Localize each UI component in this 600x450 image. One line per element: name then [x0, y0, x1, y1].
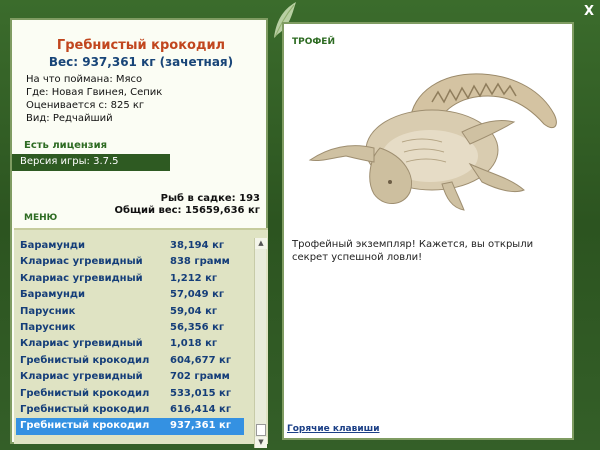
list-item[interactable]: Гребнистый крокодил 533,015 кг [16, 386, 244, 402]
fish-name: Гребнистый крокодил [20, 403, 150, 415]
fish-name: Гребнистый крокодил [20, 420, 150, 432]
trophy-message: Трофейный экземпляр! Кажется, вы открыли… [292, 239, 534, 263]
list-item[interactable]: Парусник 56,356 кг [16, 320, 244, 336]
fish-name: Парусник [20, 305, 76, 317]
fish-weight: 59,04 кг [170, 305, 218, 317]
fish-weight: 838 грамм [170, 256, 230, 268]
fish-weight: 1,018 кг [170, 338, 218, 350]
menu-button[interactable]: МЕНЮ [24, 213, 57, 223]
fish-weight: 533,015 кг [170, 387, 232, 399]
list-item[interactable]: Парусник 59,04 кг [16, 304, 244, 320]
trophy-panel: ТРОФЕЙ Трофейный экземпляр! Кажется, вы … [282, 22, 574, 440]
close-button[interactable]: X [584, 4, 594, 19]
list-item-selected[interactable]: Гребнистый крокодил 937,361 кг [16, 418, 244, 435]
list-scrollbar[interactable]: ▲ ▼ [254, 238, 267, 448]
fish-name: Клариас угревидный [20, 256, 143, 268]
license-status: Есть лицензия [24, 140, 108, 151]
fish-name: Барамунди [20, 289, 85, 301]
hotkeys-link[interactable]: Горячие клавиши [287, 424, 380, 434]
list-item[interactable]: Клариас угревидный 1,212 кг [16, 271, 244, 287]
fish-name: Барамунди [20, 240, 85, 251]
catch-title: Гребнистый крокодил [56, 38, 226, 53]
fish-name: Гребнистый крокодил [20, 387, 150, 399]
scroll-thumb[interactable] [256, 424, 266, 436]
list-item[interactable]: Гребнистый крокодил 616,414 кг [16, 402, 244, 418]
list-item[interactable]: Гребнистый крокодил 604,677 кг [16, 353, 244, 369]
fish-name: Клариас угревидный [20, 272, 143, 284]
catch-weight: Вес: 937,361 кг (зачетная) [48, 55, 234, 69]
fish-weight: 604,677 кг [170, 354, 232, 366]
fish-weight: 56,356 кг [170, 321, 225, 333]
fish-list: Барамунди 38,194 кг Клариас угревидный 8… [16, 238, 244, 435]
scroll-up-icon[interactable]: ▲ [255, 238, 267, 249]
fish-weight: 57,049 кг [170, 289, 225, 301]
list-item[interactable]: Клариас угревидный 1,018 кг [16, 336, 244, 352]
list-item[interactable]: Клариас угревидный 838 грамм [16, 254, 244, 270]
fish-weight: 616,414 кг [170, 403, 232, 415]
list-item[interactable]: Клариас угревидный 702 грамм [16, 369, 244, 385]
total-weight: Общий вес: 15659,636 кг [114, 205, 260, 216]
catch-info-panel: Гребнистый крокодил Вес: 937,361 кг (зач… [10, 18, 268, 448]
fish-weight: 38,194 кг [170, 240, 225, 251]
catch-rarity: Вид: Редчайший [26, 113, 113, 124]
list-item[interactable]: Барамунди 57,049 кг [16, 287, 244, 303]
fish-weight: 937,361 кг [170, 420, 232, 432]
fish-name: Клариас угревидный [20, 371, 143, 383]
fish-name: Парусник [20, 321, 76, 333]
fish-count: Рыб в садке: 193 [160, 193, 260, 204]
fish-name: Гребнистый крокодил [20, 354, 150, 366]
fish-list-area: Барамунди 38,194 кг Клариас угревидный 8… [14, 228, 268, 448]
catch-place: Где: Новая Гвинея, Сепик [26, 87, 163, 98]
version-bar: Версия игры: 3.7.5 [12, 154, 170, 171]
fish-name: Клариас угревидный [20, 338, 143, 350]
fish-weight: 702 грамм [170, 371, 230, 383]
trophy-label: ТРОФЕЙ [292, 37, 335, 47]
catch-bait: На что поймана: Мясо [26, 74, 143, 85]
catch-value: Оценивается с: 825 кг [26, 100, 145, 111]
scroll-down-icon[interactable]: ▼ [255, 437, 267, 448]
fish-weight: 1,212 кг [170, 272, 218, 284]
crocodile-icon [308, 73, 557, 211]
list-item[interactable]: Барамунди 38,194 кг [16, 238, 244, 254]
